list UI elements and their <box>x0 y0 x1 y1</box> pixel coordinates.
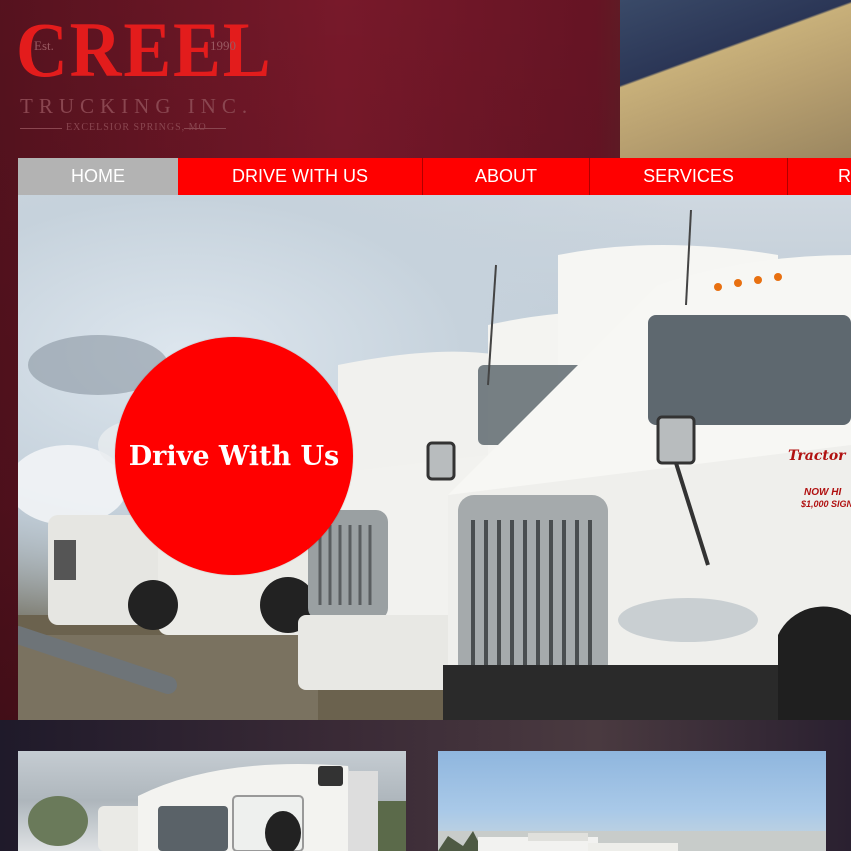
truck-door-text: Tractor <box>788 448 847 464</box>
nav-services[interactable]: SERVICES <box>590 158 788 195</box>
logo-subtitle: TRUCKING INC. <box>20 94 254 118</box>
hero-image: Tractor NOW HI $1,000 SIGN O Drive With … <box>18 195 851 720</box>
nav-more[interactable]: R <box>788 158 851 195</box>
drive-with-us-button[interactable]: Drive With Us <box>115 337 353 575</box>
nav-drive-with-us[interactable]: DRIVE WITH US <box>178 158 423 195</box>
logo-divider <box>20 128 62 129</box>
logo-year: 1990 <box>210 38 236 53</box>
background-photo <box>620 0 851 160</box>
logo-est: Est. <box>34 38 54 53</box>
company-logo[interactable]: CREEL Est. 1990 TRUCKING INC. EXCELSIOR … <box>16 8 271 138</box>
logo-divider <box>184 128 226 129</box>
gallery-image[interactable] <box>438 751 826 851</box>
truck-door-text: $1,000 SIGN O <box>800 499 851 509</box>
truck-door-text: NOW HI <box>804 487 841 498</box>
gallery-image[interactable] <box>18 751 406 851</box>
gallery-truck-photo <box>28 764 406 851</box>
main-nav: HOME DRIVE WITH US ABOUT SERVICES R <box>18 158 851 195</box>
gallery-trucks-photo <box>438 831 826 851</box>
nav-about[interactable]: ABOUT <box>423 158 590 195</box>
nav-home[interactable]: HOME <box>18 158 178 195</box>
